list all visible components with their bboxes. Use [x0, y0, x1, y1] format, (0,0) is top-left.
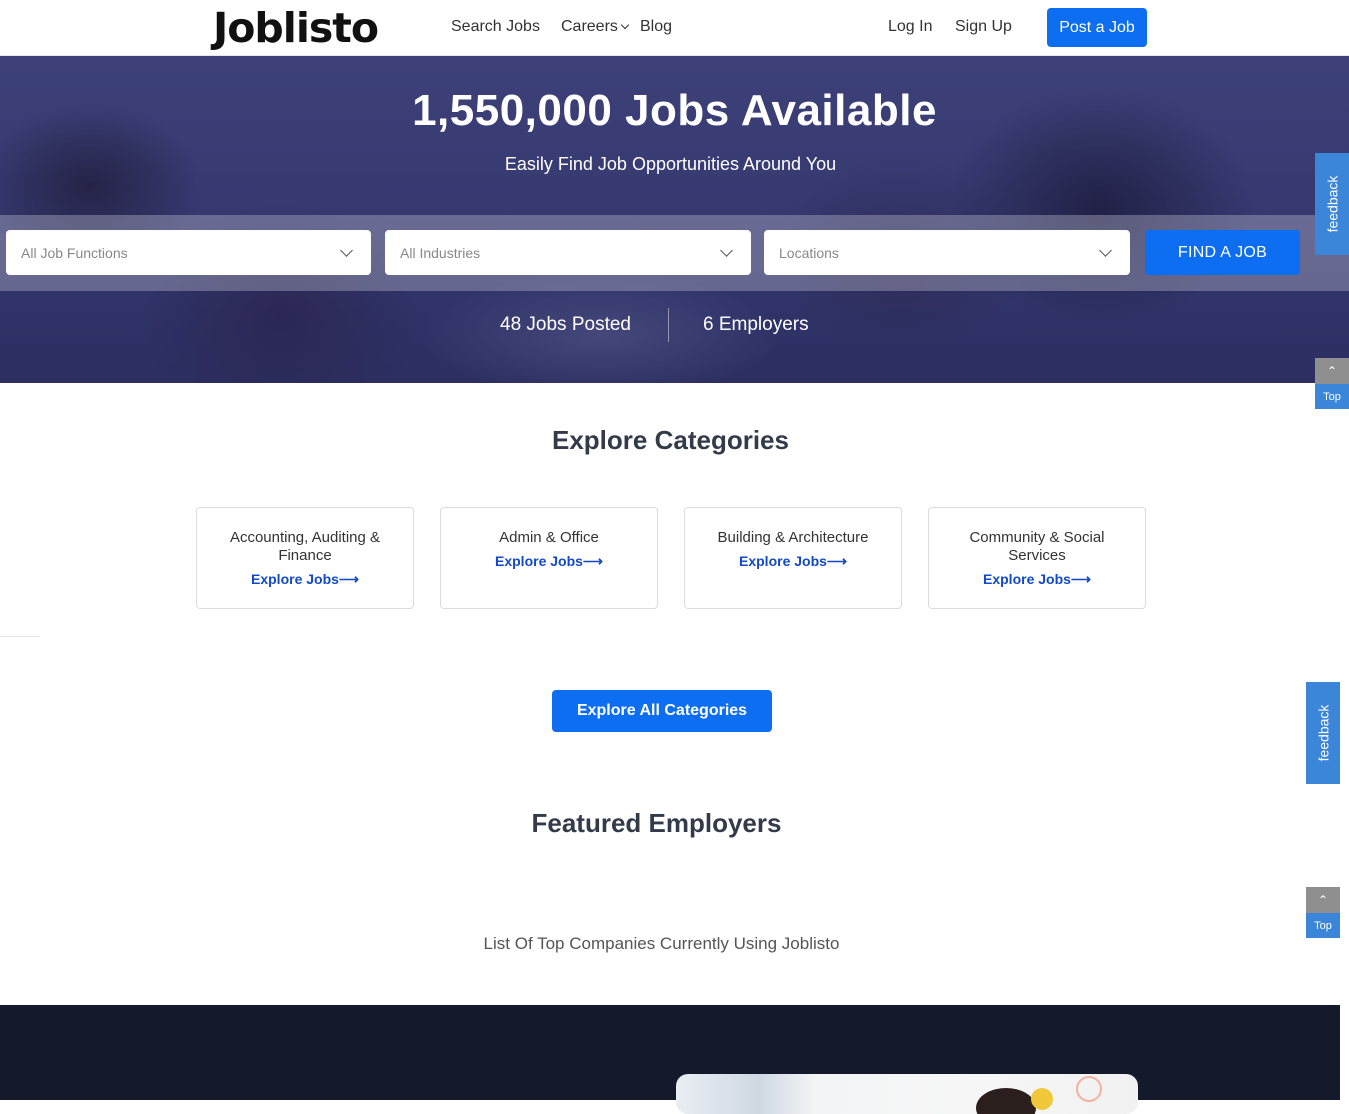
feedback-tab[interactable]: feedback: [1306, 682, 1340, 784]
categories-title: Explore Categories: [552, 425, 789, 455]
locations-select[interactable]: Locations: [764, 230, 1130, 275]
feedback-label: feedback: [1315, 704, 1332, 762]
category-card[interactable]: Admin & Office Explore Jobs⟶: [440, 507, 658, 609]
employers-stat: 6 Employers: [703, 314, 809, 335]
find-job-button[interactable]: FIND A JOB: [1145, 230, 1300, 275]
category-name: Community & Social Services: [969, 529, 1105, 564]
person-photo: [976, 1088, 1036, 1114]
category-card[interactable]: Building & Architecture Explore Jobs⟶: [684, 507, 902, 609]
featured-employers-subtitle: List Of Top Companies Currently Using Jo…: [483, 934, 840, 953]
job-functions-select[interactable]: All Job Functions: [6, 230, 371, 275]
site-header: Joblisto Search Jobs Careers Blog Log In…: [0, 0, 1349, 56]
locations-value: Locations: [779, 244, 839, 261]
chevron-down-icon: [340, 244, 353, 257]
chevron-up-icon: ⌃: [1306, 887, 1340, 913]
explore-jobs-link[interactable]: Explore Jobs⟶: [983, 571, 1091, 588]
chevron-up-icon: ⌃: [1315, 358, 1349, 384]
decorative-shape: [1031, 1088, 1053, 1110]
divider: [0, 636, 40, 637]
top-label: Top: [1315, 384, 1349, 409]
category-name: Admin & Office: [499, 529, 599, 546]
explore-jobs-link[interactable]: Explore Jobs⟶: [495, 553, 603, 570]
signup-link[interactable]: Sign Up: [955, 18, 1012, 36]
chevron-down-icon: [620, 20, 630, 30]
nav-careers[interactable]: Careers: [561, 18, 630, 36]
category-card[interactable]: Community & Social Services Explore Jobs…: [928, 507, 1146, 609]
decorative-shape: [1076, 1076, 1102, 1102]
chevron-down-icon: [720, 244, 733, 257]
dark-section: [0, 1005, 1340, 1100]
category-card[interactable]: Accounting, Auditing & Finance Explore J…: [196, 507, 414, 609]
hero-banner: 1,550,000 Jobs Available Easily Find Job…: [0, 56, 1349, 383]
back-to-top-button[interactable]: ⌃ Top: [1315, 358, 1349, 409]
nav-careers-label: Careers: [561, 18, 618, 35]
hero-subtitle: Easily Find Job Opportunities Around You: [504, 154, 837, 174]
chevron-down-icon: [1099, 244, 1112, 257]
industries-value: All Industries: [400, 244, 481, 261]
category-name: Accounting, Auditing & Finance: [229, 529, 381, 564]
login-link[interactable]: Log In: [888, 18, 932, 36]
category-name: Building & Architecture: [717, 529, 869, 546]
jobs-posted-stat: 48 Jobs Posted: [500, 314, 631, 335]
back-to-top-button[interactable]: ⌃ Top: [1306, 887, 1340, 938]
explore-jobs-link[interactable]: Explore Jobs⟶: [739, 553, 847, 570]
joblisto-logo[interactable]: Joblisto: [213, 4, 379, 52]
stat-divider: [668, 308, 669, 342]
feedback-label: feedback: [1324, 175, 1341, 233]
nav-search-jobs[interactable]: Search Jobs: [451, 18, 540, 36]
industries-select[interactable]: All Industries: [385, 230, 751, 275]
post-job-button[interactable]: Post a Job: [1047, 8, 1147, 47]
nav-blog[interactable]: Blog: [640, 18, 672, 36]
featured-employers-title: Featured Employers: [531, 808, 782, 838]
job-functions-value: All Job Functions: [21, 244, 128, 261]
hero-title: 1,550,000 Jobs Available: [412, 86, 937, 135]
explore-all-categories-button[interactable]: Explore All Categories: [552, 690, 772, 732]
feedback-tab[interactable]: feedback: [1315, 153, 1349, 255]
logo-text: Joblisto: [213, 4, 379, 52]
promo-image: [676, 1074, 1138, 1114]
explore-jobs-link[interactable]: Explore Jobs⟶: [251, 571, 359, 588]
